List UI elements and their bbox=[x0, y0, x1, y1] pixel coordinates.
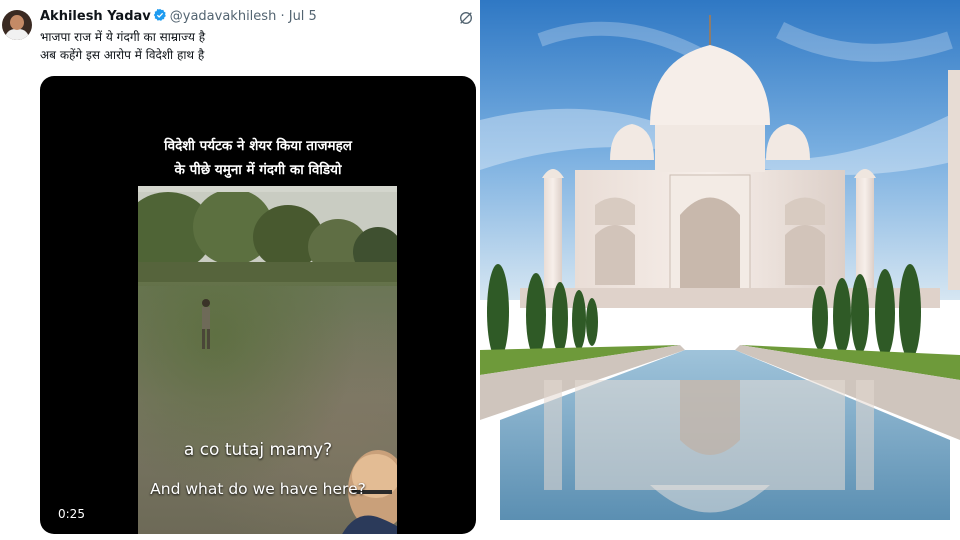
taj-mahal-image bbox=[480, 0, 960, 540]
tweet-text: भाजपा राज में ये गंदगी का साम्राज्य है अ… bbox=[40, 28, 205, 64]
video-subtitle-english: And what do we have here? bbox=[150, 480, 366, 498]
tweet-panel: Akhilesh Yadav @yadavakhilesh · Jul 5 भाज… bbox=[0, 0, 480, 540]
person-figure bbox=[202, 299, 210, 349]
taj-mahal-photo bbox=[480, 0, 960, 540]
video-timestamp: 0:25 bbox=[54, 506, 89, 522]
separator: · bbox=[280, 9, 285, 24]
trees-graphic bbox=[138, 192, 397, 282]
tweet-text-line2: अब कहेंगे इस आरोप में विदेशी हाथ है bbox=[40, 48, 205, 62]
tweet-header: Akhilesh Yadav @yadavakhilesh · Jul 5 bbox=[40, 8, 317, 28]
tweet-date[interactable]: Jul 5 bbox=[289, 9, 317, 24]
grok-icon[interactable] bbox=[458, 10, 474, 30]
author-name[interactable]: Akhilesh Yadav bbox=[40, 9, 151, 24]
author-handle[interactable]: @yadavakhilesh bbox=[170, 9, 277, 24]
video-player[interactable]: विदेशी पर्यटक ने शेयर किया ताजमहल के पीछ… bbox=[40, 76, 476, 534]
tweet-text-line1: भाजपा राज में ये गंदगी का साम्राज्य है bbox=[40, 30, 206, 44]
video-caption-line2: के पीछे यमुना में गंदगी का विडियो bbox=[174, 162, 342, 178]
video-caption-line1: विदेशी पर्यटक ने शेयर किया ताजमहल bbox=[164, 138, 352, 154]
video-subtitle-polish: a co tutaj mamy? bbox=[183, 440, 333, 460]
video-caption: विदेशी पर्यटक ने शेयर किया ताजमहल के पीछ… bbox=[40, 134, 476, 182]
verified-badge-icon bbox=[153, 8, 167, 28]
avatar[interactable] bbox=[2, 10, 32, 40]
